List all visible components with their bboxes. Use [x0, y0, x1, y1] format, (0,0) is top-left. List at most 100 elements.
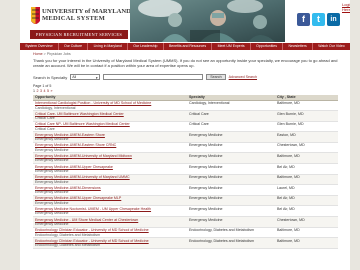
specialty-text: Emergency Medicine [189, 175, 223, 180]
table-row: Emergency Medicine Nocturnist- UMEM - UM… [33, 205, 338, 218]
logo-line-1: UNIVERSITY of MARYLAND [42, 8, 131, 15]
cell-city-state: Laurel, MD [275, 184, 338, 196]
specialty-text: Critical Care [189, 111, 209, 116]
cell-opportunity: Critical Care- UM Baltimore Washington M… [33, 110, 187, 122]
login-link[interactable]: Login Here [342, 2, 350, 12]
page-link-5[interactable]: 5 [47, 89, 49, 93]
specialty-text: Emergency Medicine [189, 196, 223, 201]
facebook-icon[interactable]: f [297, 13, 310, 26]
city-state-text: Laurel, MD [277, 185, 295, 190]
specialty-select[interactable]: All ▼ [70, 74, 101, 80]
page-link-3[interactable]: 3 [40, 89, 42, 93]
header-photo-surgeons [130, 0, 285, 42]
cell-opportunity: Emergency Medicine-UMEM-Eastern Shore CR… [33, 142, 187, 154]
intro-text: Thank you for your interest in the Unive… [33, 58, 338, 69]
city-state-text: Baltimore, MD [277, 175, 300, 180]
cell-specialty: Emergency Medicine [187, 184, 275, 196]
main-nav: System Overview Our Culture Living in Ma… [20, 43, 350, 50]
specialty-text: Emergency Medicine [189, 164, 223, 169]
job-subtitle: Cardiology, Interventional [35, 105, 76, 110]
city-state-text: Baltimore, MD [277, 238, 300, 243]
logo-line-2: MEDICAL SYSTEM [42, 15, 106, 22]
jobs-table: Opportunity Specialty City , State Inter… [33, 95, 338, 249]
linkedin-icon[interactable]: in [327, 13, 340, 26]
city-state-text: Bel Air, MD [277, 196, 295, 201]
breadcrumb-current: Physician Jobs [46, 52, 71, 56]
cell-city-state: Bel Air, MD [275, 163, 338, 175]
specialty-text: Emergency Medicine [189, 217, 223, 222]
cell-city-state: Baltimore, MD [275, 174, 338, 186]
specialty-text: Emergency Medicine [189, 154, 223, 159]
cell-opportunity: Emergency Medicine-UMEM-University of Ma… [33, 174, 187, 186]
breadcrumb-home[interactable]: Home [33, 52, 43, 56]
job-subtitle: Emergency Medicine [35, 200, 69, 205]
city-state-text: Glen Burnie, MD [277, 111, 304, 116]
specialty-text: Critical Care [189, 122, 209, 127]
specialty-text: Emergency Medicine [189, 185, 223, 190]
page-link-2[interactable]: 2 [37, 89, 39, 93]
cell-opportunity: Emergency Medicine Nocturnist- UMEM - UM… [33, 205, 187, 218]
table-row: Emergency Medicine-UMEM-Upper Chesapeake… [33, 163, 338, 175]
nav-newsletters[interactable]: Newsletters [283, 43, 314, 50]
nav-our-culture[interactable]: Our Culture [59, 43, 89, 50]
cell-specialty: Endocrinology, Diabetes and Metabolism [187, 227, 275, 239]
city-state-text: Bel Air, MD [277, 164, 295, 169]
specialty-text: Emergency Medicine [189, 132, 223, 137]
breadcrumb: Home > Physician Jobs [33, 52, 71, 56]
cell-specialty: Emergency Medicine [187, 131, 275, 143]
search-label: Search in Specialty [33, 74, 68, 80]
physician-recruitment-banner: PHYSICIAN RECRUITMENT SERVICES [30, 30, 128, 39]
table-row: Emergency Medicine-UMEM-Eastern Shore CR… [33, 142, 338, 154]
table-row: Emergency Medicine-UMEM-Eastern Shore Eme… [33, 131, 338, 143]
cell-specialty: Emergency Medicine [187, 142, 275, 154]
job-subtitle: Endocrinology, Diabetes and Metabolism [35, 243, 101, 248]
table-row: Emergency Medicine-UMEM-Upper Chesapeake… [33, 195, 338, 207]
search-input[interactable] [103, 74, 204, 80]
page-container: UNIVERSITY of MARYLAND MEDICAL SYSTEM PH… [20, 0, 350, 270]
page-count: Page 1 of 5 [33, 84, 52, 88]
umms-logo-icon[interactable] [30, 6, 41, 28]
job-subtitle: Emergency Medicine [35, 147, 69, 152]
nav-watch-video[interactable]: Watch Our Video [313, 43, 350, 50]
cell-city-state: Chestertown, MD [275, 142, 338, 154]
cell-specialty: Emergency Medicine [187, 174, 275, 186]
job-subtitle: Emergency Medicine [35, 211, 69, 216]
city-state-text: Chestertown, MD [277, 217, 305, 222]
search-button[interactable]: Search [206, 74, 226, 80]
nav-our-leadership[interactable]: Our Leadership [128, 43, 164, 50]
city-state-text: Baltimore, MD [277, 154, 300, 159]
city-state-text: Baltimore, MD [277, 228, 300, 233]
specialty-text: Endocrinology, Diabetes and Metabolism [189, 238, 255, 243]
job-subtitle: Emergency Medicine [35, 222, 69, 227]
cell-specialty: Critical Care [187, 110, 275, 122]
nav-living-in-maryland[interactable]: Living in Maryland [88, 43, 129, 50]
cell-specialty: Emergency Medicine [187, 195, 275, 207]
chevron-down-icon: ▼ [95, 76, 99, 80]
cell-city-state: Baltimore, MD [275, 152, 338, 165]
cell-city-state: Baltimore, MD [275, 227, 338, 239]
cell-opportunity: Critical Care NP- UM Baltimore Washingto… [33, 121, 187, 133]
cell-specialty: Cardiology, Interventional [187, 100, 275, 112]
advanced-search-link[interactable]: Advanced Search [229, 75, 257, 79]
specialty-text: Cardiology, Interventional [189, 101, 230, 106]
cell-city-state: Glen Burnie, MD [275, 121, 338, 133]
twitter-icon[interactable]: t [312, 13, 325, 26]
specialty-text: Emergency Medicine [189, 143, 223, 148]
cell-specialty: Emergency Medicine [187, 216, 275, 228]
table-row: Emergency Medicine-UMEM-Dimensions Emerge… [33, 184, 338, 196]
cell-specialty: Emergency Medicine [187, 205, 275, 218]
page-link-next[interactable]: » [51, 89, 53, 93]
page-link-4[interactable]: 4 [44, 89, 46, 93]
umms-logo-text[interactable]: UNIVERSITY of MARYLAND MEDICAL SYSTEM [42, 8, 131, 22]
cell-opportunity: Emergency Medicine-UMEM-Dimensions Emerge… [33, 184, 187, 196]
cell-specialty: Endocrinology, Diabetes and Metabolism [187, 237, 275, 249]
nav-benefits-resources[interactable]: Benefits and Resources [164, 43, 213, 50]
table-row: Emergency Medicine-UMEM-University of Ma… [33, 174, 338, 186]
cell-opportunity: Emergency Medicine-UMEM-Upper Chesapeake… [33, 163, 187, 175]
nav-system-overview[interactable]: System Overview [20, 43, 59, 50]
page-link-1[interactable]: 1 [33, 89, 35, 93]
nav-meet-um-experts[interactable]: Meet UM Experts [212, 43, 251, 50]
specialty-select-value: All [72, 75, 77, 79]
cell-city-state: Baltimore, MD [275, 237, 338, 249]
nav-opportunities[interactable]: Opportunities [251, 43, 284, 50]
